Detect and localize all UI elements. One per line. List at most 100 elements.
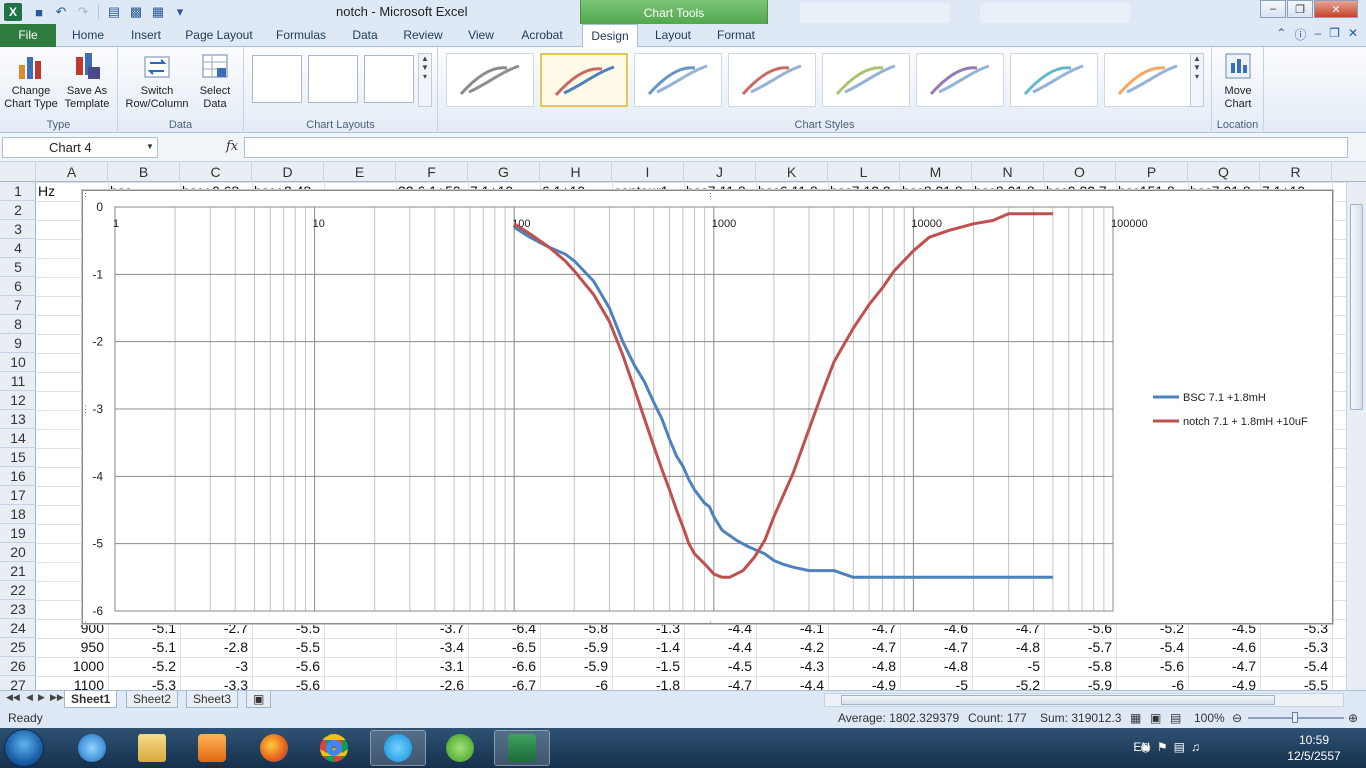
cell[interactable]: -4.3 xyxy=(758,657,824,676)
row-header-15[interactable]: 15 xyxy=(0,448,36,467)
clock-date[interactable]: 12/5/2557 xyxy=(1284,749,1344,763)
cell[interactable]: -4.7 xyxy=(902,638,968,657)
row-header-17[interactable]: 17 xyxy=(0,486,36,505)
workbook-close-icon[interactable]: ✕ xyxy=(1348,26,1358,43)
cell[interactable]: -5.9 xyxy=(542,638,608,657)
first-sheet-icon[interactable]: ◀◀ xyxy=(6,692,20,703)
prev-sheet-icon[interactable]: ◀ xyxy=(26,692,33,703)
customize-qat-icon[interactable]: ▾ xyxy=(169,2,191,22)
column-header-c[interactable]: C xyxy=(180,162,252,182)
horizontal-scroll-thumb[interactable] xyxy=(841,695,1275,705)
row-header-12[interactable]: 12 xyxy=(0,391,36,410)
cell[interactable]: -5.5 xyxy=(254,638,320,657)
zoom-in-icon[interactable]: ⊕ xyxy=(1348,711,1358,725)
row-header-11[interactable]: 11 xyxy=(0,372,36,391)
insert-function-icon[interactable]: fx xyxy=(226,139,238,154)
zoom-out-icon[interactable]: ⊖ xyxy=(1232,711,1242,725)
sheet-tab-3[interactable]: Sheet3 xyxy=(186,691,239,708)
row-header-6[interactable]: 6 xyxy=(0,277,36,296)
tray-icons[interactable]: ◉⚑▤♫ xyxy=(1140,740,1206,754)
undo-icon[interactable]: ↶ xyxy=(50,2,72,22)
row-header-18[interactable]: 18 xyxy=(0,505,36,524)
chrome-icon[interactable] xyxy=(306,730,362,766)
cell[interactable]: -5 xyxy=(974,657,1040,676)
clock-time[interactable]: 10:59 xyxy=(1284,733,1344,747)
cell[interactable]: 1000 xyxy=(38,657,104,676)
column-header-f[interactable]: F xyxy=(396,162,468,182)
column-header-r[interactable]: R xyxy=(1260,162,1332,182)
chart-style-6[interactable] xyxy=(916,53,1004,107)
page-break-view-icon[interactable]: ▤ xyxy=(1170,711,1181,725)
restore-icon[interactable]: ❐ xyxy=(1287,0,1313,18)
row-header-3[interactable]: 3 xyxy=(0,220,36,239)
cell[interactable]: -5.6 xyxy=(1118,657,1184,676)
row-header-8[interactable]: 8 xyxy=(0,315,36,334)
zoom-level[interactable]: 100% xyxy=(1194,711,1225,725)
tab-page-layout[interactable]: Page Layout xyxy=(178,24,260,47)
tab-home[interactable]: Home xyxy=(60,24,116,47)
column-header-q[interactable]: Q xyxy=(1188,162,1260,182)
row-header-22[interactable]: 22 xyxy=(0,581,36,600)
column-header-a[interactable]: A xyxy=(36,162,108,182)
row-header-19[interactable]: 19 xyxy=(0,524,36,543)
column-header-e[interactable]: E xyxy=(324,162,396,182)
cell[interactable]: -4.7 xyxy=(830,638,896,657)
row-header-5[interactable]: 5 xyxy=(0,258,36,277)
insert-sheet-icon[interactable]: ▣ xyxy=(246,691,272,708)
sheet-tab-2[interactable]: Sheet2 xyxy=(126,691,179,708)
column-header-k[interactable]: K xyxy=(756,162,828,182)
row-header-20[interactable]: 20 xyxy=(0,543,36,562)
cell[interactable]: -4.5 xyxy=(686,657,752,676)
chart-style-3[interactable] xyxy=(634,53,722,107)
tab-view[interactable]: View xyxy=(456,24,506,47)
format-painter-icon[interactable]: ▦ xyxy=(147,2,169,22)
chart-style-4[interactable] xyxy=(728,53,816,107)
redo-icon[interactable]: ↷ xyxy=(72,2,94,22)
sheet-tab-1[interactable]: Sheet1 xyxy=(64,691,118,708)
save-icon[interactable]: ■ xyxy=(28,2,50,22)
cell[interactable]: -5.6 xyxy=(254,657,320,676)
row-header-10[interactable]: 10 xyxy=(0,353,36,372)
tab-design[interactable]: Design xyxy=(582,24,638,48)
minimize-ribbon-icon[interactable]: ⌃ xyxy=(1276,26,1286,43)
cell[interactable]: -5.7 xyxy=(1046,638,1112,657)
cell[interactable]: -5.4 xyxy=(1262,657,1328,676)
row-header-14[interactable]: 14 xyxy=(0,429,36,448)
chart-object[interactable]: 0 -1 -2 -3 -4 -5 -6 1 10 100 1000 10000 100000 BSC 7.… xyxy=(82,190,1334,625)
formula-input[interactable] xyxy=(244,137,1348,158)
cell[interactable]: -5.4 xyxy=(1118,638,1184,657)
chart-layouts-more-button[interactable]: ▲ ▼ ▾ xyxy=(418,53,432,107)
column-header-n[interactable]: N xyxy=(972,162,1044,182)
cell[interactable]: -4.7 xyxy=(1190,657,1256,676)
cell[interactable]: -1.4 xyxy=(614,638,680,657)
excel-taskbar-icon[interactable] xyxy=(494,730,550,766)
cell[interactable]: -5.1 xyxy=(110,638,176,657)
cell[interactable]: -5.2 xyxy=(110,657,176,676)
minimize-icon[interactable]: – xyxy=(1260,0,1286,18)
move-chart-button[interactable]: Move Chart xyxy=(1212,51,1264,111)
cell[interactable]: -4.2 xyxy=(758,638,824,657)
print-preview-icon[interactable]: ▤ xyxy=(103,2,125,22)
tab-insert[interactable]: Insert xyxy=(118,24,174,47)
chart-style-2[interactable] xyxy=(540,53,628,107)
zoom-slider-thumb[interactable] xyxy=(1292,712,1298,723)
cell[interactable]: -6.5 xyxy=(470,638,536,657)
tab-layout[interactable]: Layout xyxy=(644,24,702,47)
horizontal-scrollbar[interactable] xyxy=(824,693,1344,707)
cell[interactable]: -2.8 xyxy=(182,638,248,657)
insert-chart-icon[interactable]: ▩ xyxy=(125,2,147,22)
column-header-o[interactable]: O xyxy=(1044,162,1116,182)
tab-file[interactable]: File xyxy=(0,24,56,47)
workbook-restore-icon[interactable]: ❐ xyxy=(1329,26,1340,43)
chart-layout-3[interactable] xyxy=(364,55,414,103)
column-header-d[interactable]: D xyxy=(252,162,324,182)
cell[interactable]: -3.4 xyxy=(398,638,464,657)
column-header-g[interactable]: G xyxy=(468,162,540,182)
utorrent-icon[interactable] xyxy=(432,730,488,766)
select-all-corner[interactable] xyxy=(0,162,36,182)
media-player-icon[interactable] xyxy=(184,730,240,766)
cell[interactable]: -4.6 xyxy=(1190,638,1256,657)
tab-review[interactable]: Review xyxy=(394,24,452,47)
skype-icon[interactable] xyxy=(370,730,426,766)
cell[interactable]: -4.4 xyxy=(686,638,752,657)
